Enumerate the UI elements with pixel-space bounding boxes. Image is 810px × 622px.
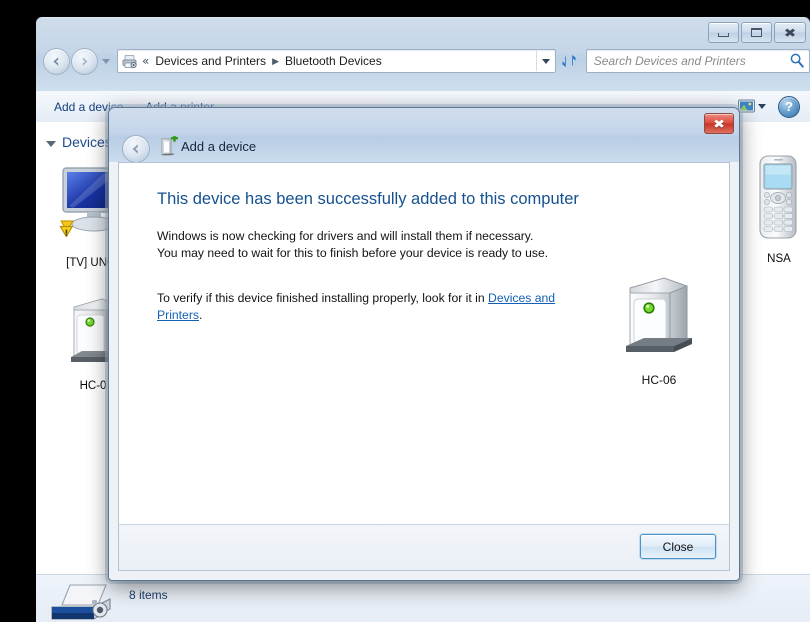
forward-button[interactable] (71, 47, 98, 75)
status-printer-icon-wrap (48, 583, 118, 622)
help-button[interactable]: ? (778, 95, 800, 118)
group-header-devices[interactable]: Devices (46, 134, 112, 150)
nav-arrows (43, 47, 110, 75)
breadcrumb-devices-and-printers[interactable]: Devices and Printers (155, 54, 266, 68)
window-close-button[interactable]: ✖ (774, 22, 806, 43)
minimize-icon (718, 32, 729, 37)
dialog-back-button[interactable] (122, 135, 150, 163)
screen-left-edge (0, 0, 36, 622)
bluetooth-device-icon (626, 277, 692, 352)
view-dropdown-caret[interactable] (758, 104, 766, 109)
dialog-paragraph-2: To verify if this device finished instal… (157, 290, 557, 323)
dialog-title: Add a device (181, 139, 257, 154)
forward-arrow-icon (82, 56, 88, 66)
devices-and-printers-icon (122, 54, 137, 68)
screen-root: ✖ « Devices and Printers ▶ Bluetooth Dev… (0, 0, 810, 622)
dialog-close-button[interactable]: ✖ (704, 113, 734, 134)
recent-pages-dropdown[interactable] (102, 58, 110, 64)
dialog-paragraph-1: Windows is now checking for drivers and … (157, 229, 549, 260)
dialog-heading: This device has been successfully added … (157, 190, 579, 208)
dialog-body: This device has been successfully added … (118, 162, 730, 535)
dialog-paragraph-2-before: To verify if this device finished instal… (157, 291, 489, 305)
command-bar-right: ? (736, 95, 800, 118)
back-button[interactable] (43, 47, 70, 75)
refresh-icon (562, 55, 576, 67)
dialog-paragraph-2-after: . (199, 307, 203, 322)
dialog-device-tile: HC-06 (604, 268, 714, 387)
breadcrumb-separator[interactable]: ▶ (272, 56, 279, 67)
dialog-footer: Close (118, 524, 730, 571)
collapse-triangle-icon[interactable] (46, 140, 56, 147)
group-header-label: Devices (62, 134, 112, 150)
search-box[interactable]: Search Devices and Printers (585, 49, 810, 74)
mobile-phone-icon (759, 155, 797, 239)
view-layout-icon (737, 99, 755, 113)
search-input[interactable]: Search Devices and Printers (594, 54, 746, 68)
address-bar[interactable]: « Devices and Printers ▶ Bluetooth Devic… (117, 49, 556, 73)
add-a-device-dialog: ✖ Add a device This device has been succ… (108, 107, 740, 581)
close-icon: ✖ (783, 25, 797, 40)
back-arrow-icon (53, 56, 59, 66)
search-icon (790, 53, 804, 68)
search-icon-wrap (789, 52, 805, 74)
status-item-count: 8 items (129, 588, 168, 602)
printer-icon (51, 584, 111, 620)
add-device-icon (161, 134, 178, 156)
window-controls: ✖ (708, 22, 806, 43)
minimize-button[interactable] (708, 22, 739, 43)
dialog-device-label: HC-06 (641, 373, 677, 387)
breadcrumb-bluetooth-devices[interactable]: Bluetooth Devices (285, 54, 382, 68)
dialog-close-action-button[interactable]: Close (640, 534, 716, 559)
address-bar-dropdown-button[interactable] (536, 51, 555, 71)
refresh-button[interactable] (559, 50, 581, 72)
screen-top-edge (0, 0, 810, 17)
address-bar-icon-wrap (122, 54, 138, 69)
navigation-row: « Devices and Printers ▶ Bluetooth Devic… (36, 45, 810, 77)
restore-icon (751, 28, 762, 37)
close-icon: ✖ (712, 116, 726, 131)
address-overflow-chevrons[interactable]: « (142, 54, 149, 68)
status-bar: 8 items (36, 574, 810, 622)
back-arrow-icon (132, 144, 138, 154)
maximize-restore-button[interactable] (741, 22, 772, 43)
dialog-title-icon-wrap (159, 134, 179, 158)
chevron-down-icon (542, 58, 550, 64)
green-plus-badge (171, 134, 178, 142)
